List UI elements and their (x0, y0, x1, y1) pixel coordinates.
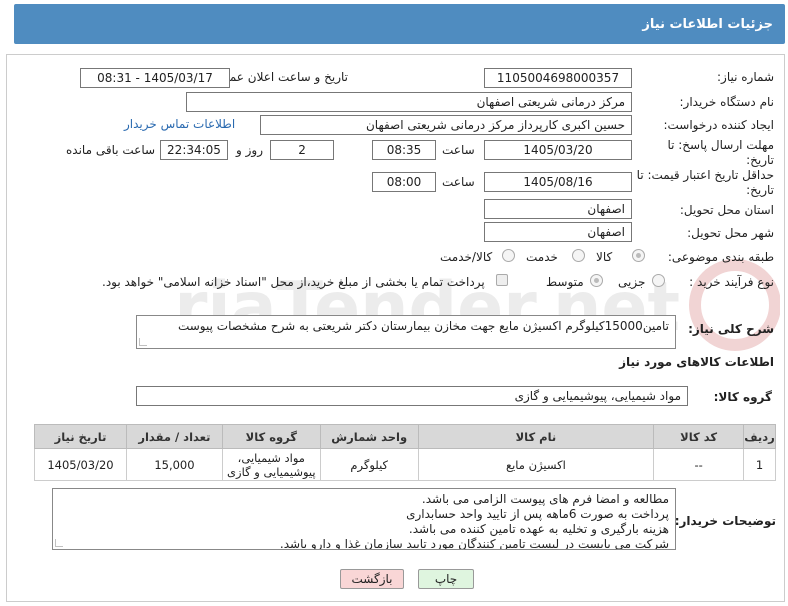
col-qty: تعداد / مقدار (126, 424, 223, 449)
deadline-label: مهلت ارسال پاسخ: تا تاریخ: (667, 138, 774, 167)
category-radio-goods-service[interactable] (502, 249, 515, 262)
back-button[interactable]: بازگشت (340, 569, 404, 589)
buyer-note-line: شرکت می بایست در لیست تامین کنندگان مورد… (279, 537, 669, 550)
goods-table: ردیف کد کالا نام کالا واحد شمارش گروه کا… (34, 424, 776, 481)
summary-textarea[interactable]: تامین15000کیلوگرم اکسیژن مایع جهت مخازن … (136, 315, 676, 349)
requester-label: ایجاد کننده درخواست: (663, 118, 774, 132)
buyer-note-line: مطالعه و امضا فرم های پیوست الزامی می با… (421, 492, 669, 506)
col-name: نام کالا (417, 424, 655, 449)
cell-date: 1405/03/20 (34, 448, 127, 481)
category-label: طبقه بندی موضوعی: (667, 250, 774, 264)
resize-handle-icon[interactable] (55, 539, 63, 547)
deadline-time-label: ساعت (442, 143, 475, 157)
summary-text: تامین15000کیلوگرم اکسیژن مایع جهت مخازن … (177, 319, 669, 333)
page: جزئیات اطلاعات نیاز AriaTender.net شماره… (0, 0, 788, 606)
category-option-service: خدمت (526, 250, 558, 264)
category-radio-goods[interactable] (632, 249, 645, 262)
print-button[interactable]: چاپ (418, 569, 474, 589)
process-radio-medium[interactable] (590, 274, 603, 287)
cell-group: مواد شیمیایی، پیوشیمیایی و گازی (221, 448, 321, 481)
process-label: نوع فرآیند خرید : (689, 275, 774, 289)
deadline-date-field: 1405/03/20 (484, 140, 632, 160)
cell-unit: کیلوگرم (319, 448, 419, 481)
summary-label: شرح کلی نیاز: (688, 322, 774, 336)
price-valid-time-label: ساعت (442, 175, 475, 189)
remaining-label: ساعت باقی مانده (66, 143, 156, 157)
price-valid-time-field: 08:00 (372, 172, 436, 192)
city-label: شهر محل تحویل: (687, 226, 774, 240)
buyer-org-label: نام دستگاه خریدار: (679, 95, 775, 109)
col-date: تاریخ نیاز (34, 424, 127, 449)
process-radio-minor[interactable] (652, 274, 665, 287)
price-valid-label: حداقل تاریخ اعتبار قیمت: تا تاریخ: (636, 168, 774, 197)
buyer-note-line: پرداخت به صورت 6ماهه پس از تایید واحد حس… (406, 507, 669, 521)
buyer-note-line: هزینه بارگیری و تخلیه به عهده تامین کنند… (408, 522, 669, 536)
days-remaining-field: 2 (270, 140, 334, 160)
province-field: اصفهان (484, 199, 632, 219)
need-number-field: 1105004698000357 (484, 68, 632, 88)
category-option-goods: کالا (596, 250, 613, 264)
announce-datetime-field: 1405/03/17 - 08:31 (80, 68, 230, 88)
goods-group-label: گروه کالا: (713, 390, 772, 404)
goods-table-header: ردیف کد کالا نام کالا واحد شمارش گروه کا… (34, 424, 776, 449)
treasury-checkbox[interactable] (496, 274, 508, 286)
cell-name: اکسیژن مایع (417, 448, 655, 481)
col-group: گروه کالا (221, 424, 321, 449)
cell-code: -- (653, 448, 745, 481)
city-field: اصفهان (484, 222, 632, 242)
buyer-org-field: مرکز درمانی شریعتی اصفهان (186, 92, 632, 112)
page-title: جزئیات اطلاعات نیاز (642, 16, 773, 32)
table-row: 1 -- اکسیژن مایع کیلوگرم مواد شیمیایی، پ… (34, 448, 776, 481)
days-label: روز و (236, 143, 263, 157)
contact-buyer-link[interactable]: اطلاعات تماس خریدار (124, 117, 235, 131)
col-unit: واحد شمارش (319, 424, 419, 449)
deadline-time-field: 08:35 (372, 140, 436, 160)
price-valid-date-field: 1405/08/16 (484, 172, 632, 192)
cell-qty: 15,000 (126, 448, 223, 481)
resize-handle-icon[interactable] (139, 338, 147, 346)
goods-group-field: مواد شیمیایی، پیوشیمیایی و گازی (136, 386, 688, 406)
requester-field: حسین اکبری کارپرداز مرکز درمانی شریعتی ا… (260, 115, 632, 135)
col-index: ردیف (743, 424, 776, 449)
page-header: جزئیات اطلاعات نیاز (14, 4, 785, 44)
remaining-time-field: 22:34:05 (160, 140, 228, 160)
process-option-minor: جزیی (618, 275, 646, 289)
need-number-label: شماره نیاز: (717, 70, 774, 84)
treasury-note: پرداخت تمام یا بخشی از مبلغ خرید،از محل … (102, 275, 485, 289)
cell-index: 1 (743, 448, 776, 481)
process-option-medium: متوسط (546, 275, 584, 289)
buyer-notes-textarea[interactable]: مطالعه و امضا فرم های پیوست الزامی می با… (52, 488, 676, 550)
col-code: کد کالا (653, 424, 745, 449)
province-label: استان محل تحویل: (679, 203, 774, 217)
goods-section-title: اطلاعات کالاهای مورد نیاز (619, 355, 774, 369)
category-radio-service[interactable] (572, 249, 585, 262)
category-option-goods-service: کالا/خدمت (440, 250, 493, 264)
buyer-notes-label: توضیحات خریدار: (674, 514, 776, 528)
